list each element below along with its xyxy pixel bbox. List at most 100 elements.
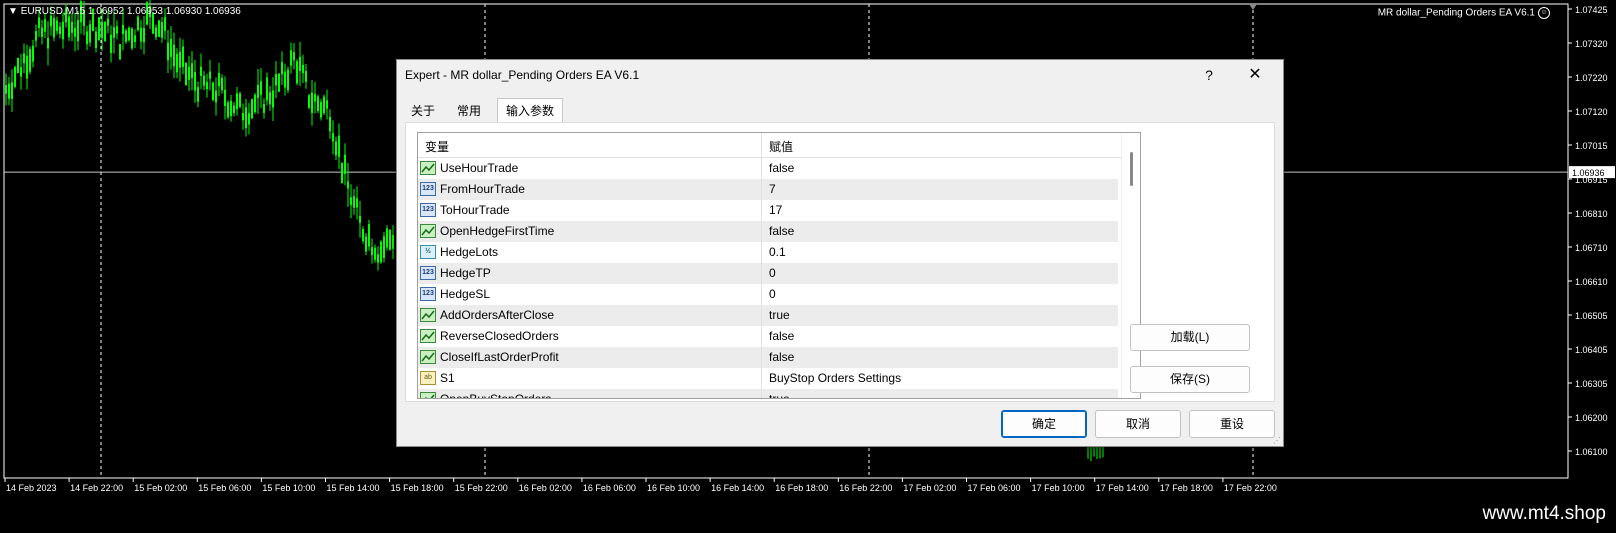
parameter-value[interactable]: 17	[769, 203, 782, 217]
dropdown-triangle-icon[interactable]: ▼	[8, 6, 18, 17]
parameter-row[interactable]: UseHourTrade false	[418, 158, 1118, 179]
candle-body	[71, 21, 73, 33]
boolean-type-icon	[420, 224, 436, 238]
parameter-row[interactable]: OpenBuyStopOrders true	[418, 389, 1118, 398]
parameter-row[interactable]: 123 HedgeTP 0	[418, 263, 1118, 284]
candle-body	[5, 85, 7, 94]
candle-body	[17, 57, 19, 73]
candle-body	[53, 18, 55, 38]
candle-body	[287, 69, 289, 91]
reset-button[interactable]: 重设	[1189, 410, 1275, 438]
symbol-info-label: ▼ EURUSD,M15 1.06952 1.06953 1.06930 1.0…	[8, 6, 241, 17]
candle-body	[323, 96, 325, 114]
time-tick-label: 14 Feb 2023	[6, 483, 57, 493]
string-type-icon: ab	[420, 371, 436, 385]
candle-body	[197, 87, 199, 102]
parameter-row[interactable]: 123 HedgeSL 0	[418, 284, 1118, 305]
parameter-row[interactable]: 123 ToHourTrade 17	[418, 200, 1118, 221]
candle-body	[320, 102, 322, 118]
column-header-variable[interactable]: 变量	[425, 138, 449, 155]
time-tick-label: 16 Feb 06:00	[583, 483, 636, 493]
help-button[interactable]: ?	[1193, 63, 1225, 87]
parameter-name: CloseIfLastOrderProfit	[440, 350, 559, 364]
time-tick-label: 16 Feb 18:00	[775, 483, 828, 493]
parameter-row[interactable]: AddOrdersAfterClose true	[418, 305, 1118, 326]
dialog-titlebar[interactable]: Expert - MR dollar_Pending Orders EA V6.…	[397, 60, 1283, 90]
integer-type-icon: 123	[420, 287, 436, 301]
column-header-value[interactable]: 赋值	[769, 138, 793, 155]
time-tick-label: 16 Feb 10:00	[647, 483, 700, 493]
column-divider[interactable]	[761, 133, 762, 157]
tab-common[interactable]: 常用	[449, 100, 489, 122]
time-tick-label: 16 Feb 22:00	[839, 483, 892, 493]
candle-body	[26, 55, 28, 79]
candle-body	[251, 99, 253, 119]
parameter-value[interactable]: 0.1	[769, 245, 786, 259]
price-tick-label: 1.07220	[1575, 73, 1608, 83]
parameter-name: ToHourTrade	[440, 203, 510, 217]
tab-about[interactable]: 关于	[405, 100, 441, 122]
symbol-info-text: EURUSD,M15 1.06952 1.06953 1.06930 1.069…	[20, 6, 241, 17]
candle-body	[185, 62, 187, 86]
parameter-value[interactable]: true	[769, 392, 790, 398]
smiley-icon: ☺	[1538, 7, 1550, 19]
candle-body	[95, 31, 97, 49]
candle-body	[191, 63, 193, 79]
row-divider	[761, 200, 762, 221]
parameter-value[interactable]: 0	[769, 287, 776, 301]
candle-body	[77, 20, 79, 42]
parameter-value[interactable]: false	[769, 329, 794, 343]
parameter-row[interactable]: 123 FromHourTrade 7	[418, 179, 1118, 200]
parameter-value[interactable]: false	[769, 224, 794, 238]
candle-body	[335, 141, 337, 156]
candle-body	[311, 92, 313, 113]
candle-body	[365, 236, 367, 252]
parameter-row[interactable]: ab S1 BuyStop Orders Settings	[418, 368, 1118, 389]
candle-body	[350, 197, 352, 206]
parameter-row[interactable]: ReverseClosedOrders false	[418, 326, 1118, 347]
cancel-button[interactable]: 取消	[1095, 410, 1181, 438]
parameter-value[interactable]: 7	[769, 182, 776, 196]
candle-body	[233, 105, 235, 114]
candle-body	[281, 62, 283, 75]
parameter-value[interactable]: true	[769, 308, 790, 322]
candle-body	[35, 31, 37, 41]
row-divider	[761, 368, 762, 389]
candle-body	[86, 31, 88, 45]
candle-body	[374, 247, 376, 260]
resize-grip-icon[interactable]: ⋰	[1273, 436, 1281, 445]
candle-body	[260, 81, 262, 95]
row-divider	[761, 221, 762, 242]
parameters-grid[interactable]: 变量 赋值 UseHourTrade false 123 FromHourTrade 7…	[417, 132, 1141, 399]
grid-header: 变量 赋值	[418, 133, 1140, 158]
parameter-value[interactable]: false	[769, 161, 794, 175]
save-button[interactable]: 保存(S)	[1130, 366, 1250, 393]
ok-button[interactable]: 确定	[1001, 410, 1087, 438]
parameter-value[interactable]: 0	[769, 266, 776, 280]
candle-body	[143, 28, 145, 43]
grid-scrollbar[interactable]	[1121, 133, 1140, 398]
parameter-value[interactable]: BuyStop Orders Settings	[769, 371, 901, 385]
parameter-value[interactable]: false	[769, 350, 794, 364]
price-tick-label: 1.06505	[1575, 311, 1608, 321]
candle-body	[47, 37, 49, 49]
candle-body	[272, 90, 274, 108]
time-tick-label: 15 Feb 06:00	[198, 483, 251, 493]
candle-body	[29, 49, 31, 72]
parameter-row[interactable]: ½ HedgeLots 0.1	[418, 242, 1118, 263]
candle-body	[308, 95, 310, 108]
close-button[interactable]: ✕	[1235, 63, 1275, 87]
candle-body	[20, 67, 22, 77]
scrollbar-thumb[interactable]	[1130, 152, 1133, 186]
candle-body	[245, 107, 247, 129]
time-tick-label: 17 Feb 14:00	[1096, 483, 1149, 493]
load-button[interactable]: 加载(L)	[1130, 324, 1250, 351]
candle-body	[140, 27, 142, 42]
tab-inputs[interactable]: 输入参数	[497, 98, 563, 123]
current-price-label: 1.06936	[1572, 168, 1605, 178]
candle-body	[293, 52, 295, 61]
candle-body	[317, 96, 319, 112]
parameter-row[interactable]: CloseIfLastOrderProfit false	[418, 347, 1118, 368]
candle-body	[341, 162, 343, 184]
parameter-row[interactable]: OpenHedgeFirstTime false	[418, 221, 1118, 242]
